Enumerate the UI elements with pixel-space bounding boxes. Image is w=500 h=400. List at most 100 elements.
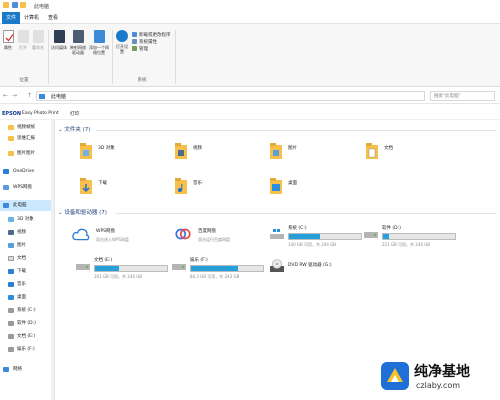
drive-e[interactable]: 文档 (E:) 161 GB 可用，共 244 GB bbox=[76, 257, 168, 283]
quick-access-new-folder-icon[interactable] bbox=[20, 2, 26, 8]
drive-c[interactable]: 系统 (C:) 140 GB 可用，共 244 GB bbox=[270, 225, 362, 251]
drive-f[interactable]: 娱乐 (F:) 84.3 GB 可用，共 243 GB bbox=[172, 257, 264, 283]
add-network-location-button[interactable]: 添加一个网络位置 bbox=[89, 30, 109, 55]
map-drive-button[interactable]: 映射网络驱动器 bbox=[69, 30, 87, 55]
folder-documents[interactable]: 文档 bbox=[366, 142, 446, 168]
drive-d[interactable]: 软件 (D:) 221 GB 可用，共 244 GB bbox=[364, 225, 456, 251]
print-button[interactable]: 打印 bbox=[70, 111, 79, 117]
system-props-label: 系统属性 bbox=[139, 40, 157, 45]
epson-brand: EPSON bbox=[2, 111, 22, 117]
sidebar-item[interactable]: 下载 bbox=[0, 266, 54, 277]
epson-app-label[interactable]: Easy Photo Print bbox=[22, 111, 59, 116]
sidebar-item[interactable]: 系统 (C:) bbox=[0, 305, 54, 316]
folder-pictures[interactable]: 图片 bbox=[270, 142, 350, 168]
drive-dvd[interactable]: DVD RW 驱动器 (G:) bbox=[270, 257, 380, 283]
sidebar-item[interactable]: 软件 (D:) bbox=[0, 318, 54, 329]
music-folder-icon bbox=[175, 178, 187, 194]
folder-icon bbox=[8, 151, 14, 156]
3d-objects-folder-icon bbox=[80, 143, 92, 159]
folder-3d-objects[interactable]: 3D 对象 bbox=[80, 142, 160, 168]
ribbon-separator bbox=[175, 30, 176, 84]
watermark-logo-icon bbox=[381, 362, 409, 390]
folder-desktop[interactable]: 桌面 bbox=[270, 177, 350, 203]
watermark-domain: czlaby.com bbox=[416, 381, 461, 390]
sidebar-item-label: 思维汇报 bbox=[17, 136, 35, 141]
rename-label: 重命名 bbox=[32, 45, 44, 50]
drive-icon bbox=[76, 264, 90, 270]
download-icon bbox=[8, 269, 14, 274]
folder-music[interactable]: 音乐 bbox=[175, 177, 255, 203]
sidebar-item-wps[interactable]: WPS网盘 bbox=[0, 182, 54, 193]
epson-toolbar: EPSON Easy Photo Print 打印 bbox=[0, 108, 500, 120]
sidebar-item-label: 图片 bbox=[17, 243, 26, 248]
sidebar-item[interactable]: 文档 (E:) bbox=[0, 331, 54, 342]
drive-usage-bar bbox=[288, 233, 362, 240]
sidebar-item[interactable]: 文档 bbox=[0, 253, 54, 264]
ribbon-separator bbox=[48, 30, 49, 84]
sidebar-item[interactable]: 图片 bbox=[0, 240, 54, 251]
devices-section-header[interactable]: ⌄ 设备和驱动器 (7) bbox=[58, 208, 107, 218]
sidebar-item[interactable]: 视频 bbox=[0, 227, 54, 238]
sidebar-item-this-pc[interactable]: 此电脑 bbox=[0, 200, 54, 211]
media-icon bbox=[53, 30, 65, 43]
navigation-pane: 视频帧帧 思维汇报 图片图片 OneDrive WPS网盘 此电脑 3D 对象 … bbox=[0, 120, 55, 400]
device-wps-cloud[interactable]: WPS网盘 双击进入WPS网盘 bbox=[72, 225, 164, 251]
properties-button[interactable]: 属性 bbox=[2, 30, 14, 50]
window-title: 此电脑 bbox=[34, 4, 50, 10]
sidebar-item[interactable]: 娱乐 (F:) bbox=[0, 344, 54, 355]
open-icon bbox=[17, 30, 29, 43]
device-name: 系统 (C:) bbox=[288, 226, 307, 231]
open-settings-button[interactable]: 打开设置 bbox=[115, 30, 129, 54]
sidebar-item[interactable]: 音乐 bbox=[0, 279, 54, 290]
back-button[interactable]: ← bbox=[2, 92, 9, 100]
access-media-button[interactable]: 访问媒体 bbox=[51, 30, 67, 50]
sidebar-item-onedrive[interactable]: OneDrive bbox=[0, 166, 54, 177]
videos-folder-icon bbox=[175, 143, 187, 159]
devices-section-title: 设备和驱动器 (7) bbox=[64, 210, 107, 216]
sidebar-item[interactable]: 3D 对象 bbox=[0, 214, 54, 225]
folder-downloads[interactable]: 下载 bbox=[80, 177, 160, 203]
drive-usage-fill bbox=[383, 234, 390, 239]
search-input[interactable]: 搜索"此电脑" bbox=[430, 91, 495, 101]
device-baidu-cloud[interactable]: 百度网盘 双击运行百度网盘 bbox=[174, 225, 266, 251]
sidebar-item[interactable]: 图片图片 bbox=[0, 148, 54, 159]
address-field[interactable]: 此电脑 bbox=[36, 91, 425, 101]
ribbon: 属性 打开 重命名 位置 访问媒体 映射网络驱动器 添加一个网络位置 打开设置 … bbox=[0, 24, 500, 87]
up-button[interactable]: ↑ bbox=[26, 92, 33, 100]
tab-view[interactable]: 查看 bbox=[44, 12, 62, 24]
device-name: 文档 (E:) bbox=[94, 258, 113, 263]
system-properties-icon bbox=[132, 39, 137, 44]
properties-label: 属性 bbox=[4, 45, 12, 50]
folder-videos[interactable]: 视频 bbox=[175, 142, 255, 168]
properties-check-icon bbox=[2, 30, 14, 43]
sidebar-item-label: 图片图片 bbox=[17, 151, 35, 156]
quick-access-properties-icon[interactable] bbox=[12, 2, 18, 8]
tab-computer[interactable]: 计算机 bbox=[20, 12, 43, 24]
sidebar-item-label: 桌面 bbox=[17, 295, 26, 300]
ribbon-tabs: 文件 计算机 查看 bbox=[0, 12, 500, 24]
sidebar-item[interactable]: 桌面 bbox=[0, 292, 54, 303]
sidebar-item[interactable]: 视频帧帧 bbox=[0, 122, 54, 133]
open-button[interactable]: 打开 bbox=[17, 30, 29, 50]
baidu-cloud-icon bbox=[175, 228, 191, 240]
rename-button[interactable]: 重命名 bbox=[31, 30, 45, 50]
ribbon-separator bbox=[112, 30, 113, 84]
search-placeholder: 搜索"此电脑" bbox=[434, 94, 461, 99]
sidebar-item[interactable]: 思维汇报 bbox=[0, 133, 54, 144]
music-icon bbox=[8, 282, 14, 287]
forward-button[interactable]: → bbox=[11, 92, 18, 100]
cloud-icon bbox=[3, 185, 9, 190]
downloads-folder-icon bbox=[80, 178, 92, 194]
sidebar-item-network[interactable]: 网络 bbox=[0, 364, 54, 375]
desktop-folder-icon bbox=[270, 178, 282, 194]
folders-section-title: 文件夹 (7) bbox=[64, 127, 91, 133]
sidebar-scrollbar[interactable] bbox=[51, 120, 54, 400]
drive-free-space: 161 GB 可用，共 244 GB bbox=[94, 274, 143, 279]
map-drive-label: 映射网络驱动器 bbox=[70, 45, 86, 55]
folders-section-header[interactable]: ⌄ 文件夹 (7) bbox=[58, 125, 90, 135]
tab-file[interactable]: 文件 bbox=[2, 12, 21, 24]
sidebar-item-label: 此电脑 bbox=[13, 203, 27, 208]
folder-name: 下载 bbox=[98, 181, 107, 186]
watermark-logo: 纯净基地 czlaby.com bbox=[378, 355, 498, 399]
uninstall-label: 卸载或更改程序 bbox=[139, 33, 171, 38]
